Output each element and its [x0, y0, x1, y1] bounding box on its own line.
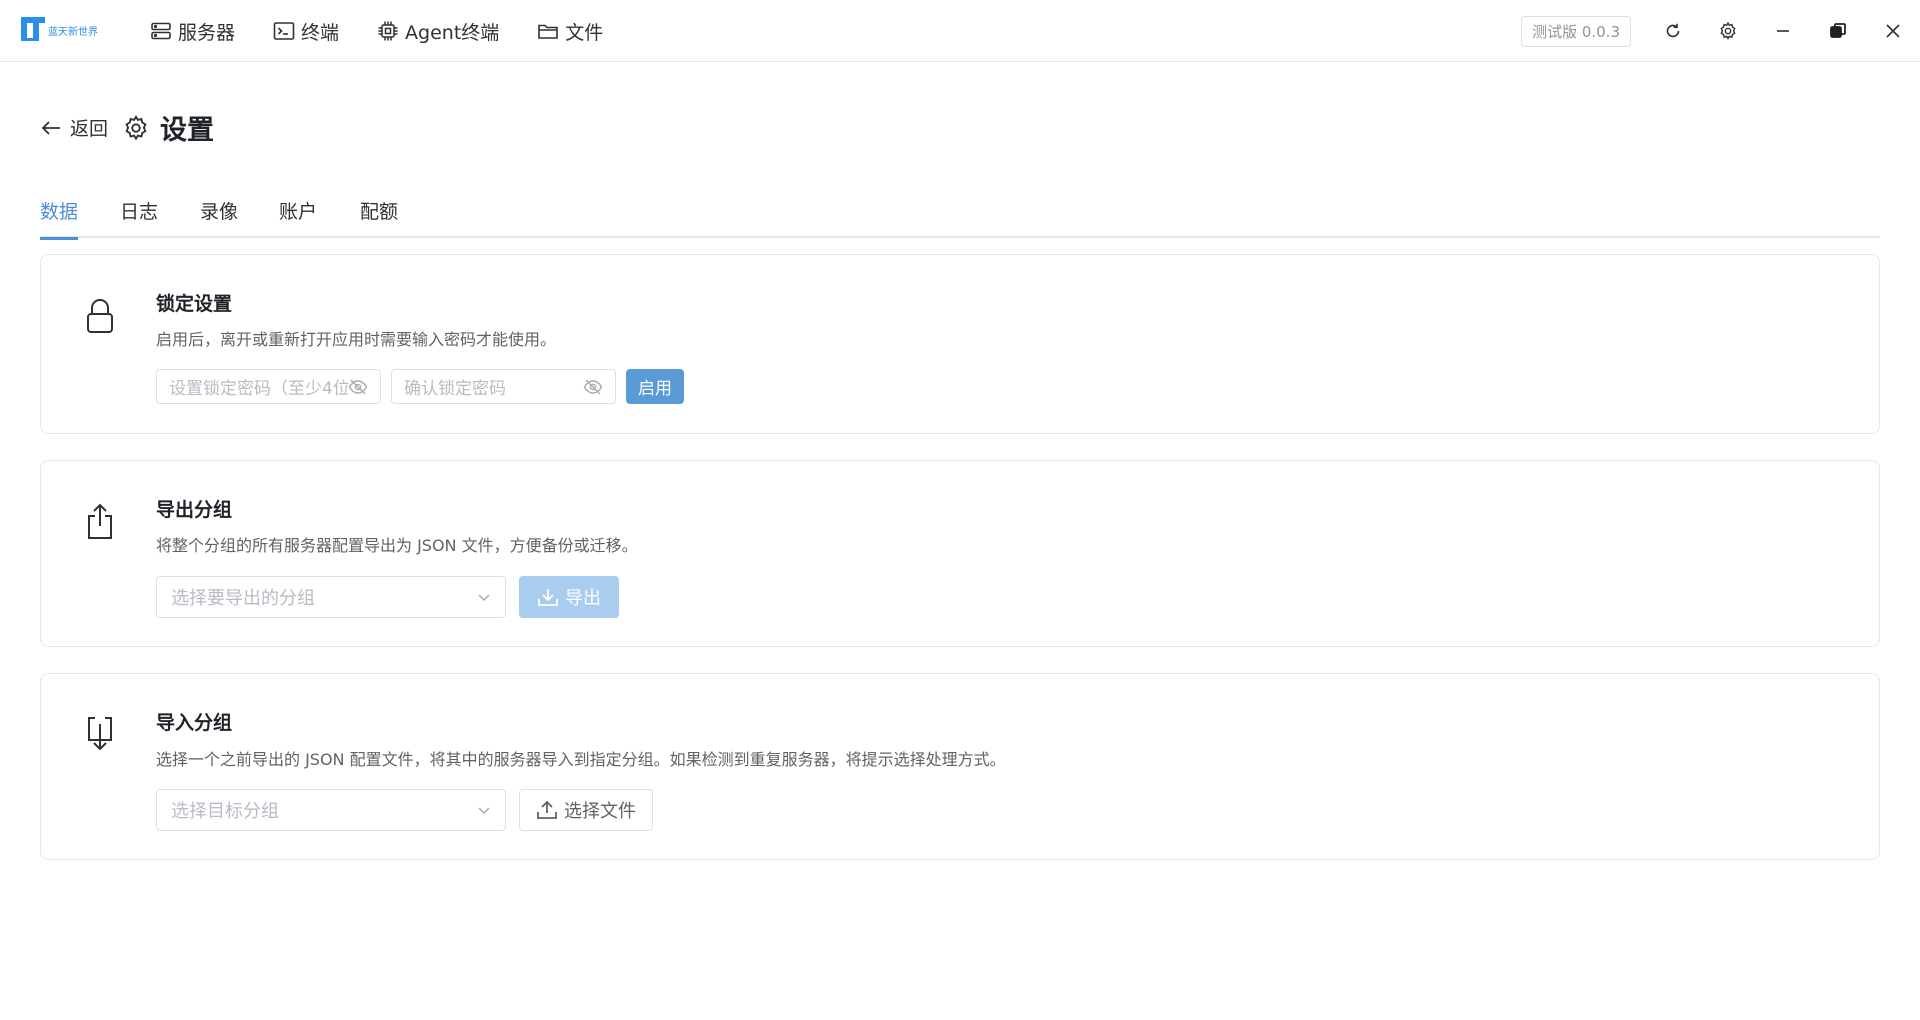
gear-icon: [1719, 21, 1736, 40]
back-label: 返回: [70, 118, 109, 140]
refresh-button[interactable]: [1645, 0, 1700, 62]
nav-item-agent-terminal[interactable]: Agent终端: [377, 18, 499, 45]
nav-label: Agent终端: [405, 21, 500, 44]
app-logo: 蓝天新世界: [20, 14, 98, 44]
share-export-icon: [88, 503, 112, 539]
refresh-icon: [1666, 23, 1679, 38]
import-form: 选择目标分组 选择文件: [156, 789, 653, 831]
server-icon: [151, 22, 171, 40]
minimize-button[interactable]: [1755, 0, 1810, 62]
page-title: 设置: [122, 108, 214, 147]
terminal-icon: [273, 22, 295, 40]
import-description: 选择一个之前导出的 JSON 配置文件，将其中的服务器导入到指定分组。如果检测到…: [156, 750, 1006, 769]
tab-account[interactable]: 账户: [279, 196, 317, 238]
import-icon: [88, 717, 112, 751]
chevron-down-icon: [478, 594, 490, 602]
import-title: 导入分组: [156, 712, 233, 734]
export-form: 选择要导出的分组 导出: [156, 576, 619, 618]
lock-settings-card: 锁定设置 启用后，离开或重新打开应用时需要输入密码才能使用。 设置锁定密码（至少…: [40, 254, 1880, 434]
close-button[interactable]: [1865, 0, 1920, 62]
lock-password-input[interactable]: 设置锁定密码（至少4位）: [156, 369, 381, 404]
title-bar: 蓝天新世界 服务器 终端 Agent终端 文件 测试版 0.0.3: [0, 0, 1920, 62]
restore-button[interactable]: [1810, 0, 1865, 62]
back-button[interactable]: 返回: [40, 114, 108, 141]
chevron-down-icon: [478, 807, 490, 815]
lock-icon: [87, 299, 113, 333]
import-group-card: 导入分组 选择一个之前导出的 JSON 配置文件，将其中的服务器导入到指定分组。…: [40, 673, 1880, 860]
choose-file-button[interactable]: 选择文件: [519, 789, 653, 831]
settings-button[interactable]: [1700, 0, 1755, 62]
export-group-select[interactable]: 选择要导出的分组: [156, 576, 506, 618]
download-icon: [538, 589, 558, 606]
tab-logs[interactable]: 日志: [120, 196, 158, 238]
upload-icon: [537, 800, 557, 819]
eye-off-icon[interactable]: [348, 379, 368, 395]
page-header: 返回 设置: [40, 108, 214, 147]
logo-text: 蓝天新世界: [48, 26, 98, 38]
minimize-icon: [1776, 30, 1789, 32]
eye-off-icon[interactable]: [583, 379, 603, 395]
chip-icon: [378, 21, 398, 41]
tab-data[interactable]: 数据: [40, 196, 79, 240]
page-title-text: 设置: [160, 115, 215, 146]
export-button-label: 导出: [565, 588, 601, 609]
nav-label: 文件: [565, 21, 604, 44]
export-description: 将整个分组的所有服务器配置导出为 JSON 文件，方便备份或迁移。: [156, 536, 638, 555]
lock-description: 启用后，离开或重新打开应用时需要输入密码才能使用。: [156, 330, 557, 349]
input-placeholder: 确认锁定密码: [404, 379, 506, 399]
window-tools: 测试版 0.0.3: [1521, 0, 1920, 62]
nav-item-terminal[interactable]: 终端: [273, 18, 339, 45]
arrow-left-icon: [41, 120, 60, 135]
nav-label: 服务器: [178, 21, 236, 44]
nav-item-servers[interactable]: 服务器: [150, 18, 235, 45]
import-group-select[interactable]: 选择目标分组: [156, 789, 506, 831]
nav-item-files[interactable]: 文件: [537, 18, 603, 45]
version-badge: 测试版 0.0.3: [1521, 15, 1631, 47]
tab-quota[interactable]: 配额: [360, 196, 398, 238]
export-button[interactable]: 导出: [519, 576, 619, 618]
select-placeholder: 选择要导出的分组: [171, 588, 315, 609]
lock-confirm-input[interactable]: 确认锁定密码: [391, 369, 616, 404]
tab-recordings[interactable]: 录像: [200, 196, 238, 238]
close-icon: [1885, 24, 1900, 38]
settings-tabs: 数据 日志 录像 账户 配额: [40, 196, 1880, 240]
lock-form: 设置锁定密码（至少4位） 确认锁定密码 启用: [156, 369, 684, 404]
input-placeholder: 设置锁定密码（至少4位）: [169, 379, 348, 399]
main-nav: 服务器 终端 Agent终端 文件: [150, 0, 641, 62]
export-group-card: 导出分组 将整个分组的所有服务器配置导出为 JSON 文件，方便备份或迁移。 选…: [40, 460, 1880, 647]
export-title: 导出分组: [156, 499, 233, 521]
folder-icon: [538, 24, 559, 39]
enable-lock-button[interactable]: 启用: [626, 369, 684, 404]
select-placeholder: 选择目标分组: [171, 801, 279, 822]
lock-title: 锁定设置: [156, 293, 233, 315]
logo-icon: [21, 17, 45, 41]
choose-file-label: 选择文件: [564, 801, 636, 822]
restore-icon: [1829, 23, 1846, 38]
nav-label: 终端: [301, 21, 340, 44]
gear-icon: [125, 114, 147, 140]
